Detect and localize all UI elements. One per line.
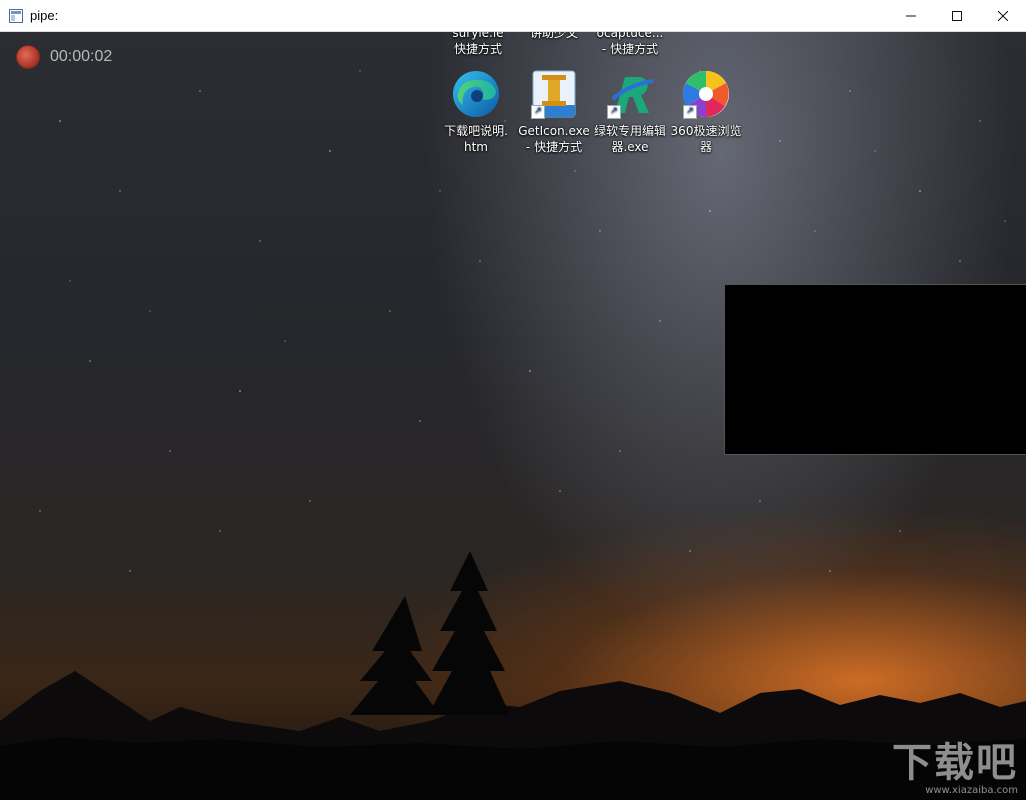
geticon-icon: ↗: [529, 69, 579, 119]
window-controls: [888, 0, 1026, 31]
maximize-button[interactable]: [934, 0, 980, 31]
partial-label: 快捷方式: [453, 42, 502, 56]
window-app-icon: [8, 8, 24, 24]
desktop-icon-editor[interactable]: ↗ 绿软专用编辑 器.exe: [592, 69, 668, 155]
watermark-logo: 下载吧: [892, 740, 1018, 786]
desktop-icon-partial-2[interactable]: 讲助少文: [516, 31, 592, 41]
icon-label-line2: htm: [464, 140, 488, 154]
partial-label: - 快捷方式: [601, 42, 659, 56]
icon-label-line1: 绿软专用编辑: [593, 124, 666, 138]
app-window: pipe: 00:00:02 suryle.le 快捷方式 讲助少文 ocapt…: [0, 0, 1026, 800]
title-bar[interactable]: pipe:: [0, 0, 1026, 32]
site-watermark: 下载吧 www.xiazaiba.com: [892, 741, 1018, 796]
window-title: pipe:: [30, 8, 59, 23]
icon-label-line2: 器: [699, 140, 712, 154]
icon-label-line1: 下载吧说明.: [444, 124, 508, 138]
editor-r-icon: ↗: [605, 69, 655, 119]
close-icon: [998, 10, 1008, 21]
partial-label-top: suryle.le: [452, 31, 504, 40]
desktop-icon-readme[interactable]: 下载吧说明. htm: [438, 69, 514, 155]
partial-label-top: ocaptuce...: [596, 31, 664, 40]
minimize-button[interactable]: [888, 0, 934, 31]
desktop-icon-partial-3[interactable]: ocaptuce... - 快捷方式: [592, 31, 668, 57]
icon-label-line2: 器.exe: [611, 140, 649, 154]
recording-timer: 00:00:02: [50, 48, 113, 65]
watermark-url: www.xiazaiba.com: [925, 785, 1018, 796]
shortcut-arrow-icon: ↗: [607, 105, 621, 119]
icon-label-line2: - 快捷方式: [525, 140, 583, 154]
shortcut-arrow-icon: ↗: [683, 105, 697, 119]
shortcut-arrow-icon: ↗: [531, 105, 545, 119]
desktop-icon-geticon[interactable]: ↗ GetIcon.exe - 快捷方式: [516, 69, 592, 155]
maximize-icon: [952, 10, 962, 21]
desktop-icon-partial-1[interactable]: suryle.le 快捷方式: [440, 31, 516, 57]
partial-label-top: 讲助少文: [529, 31, 578, 40]
black-overlay-region: [724, 284, 1026, 455]
video-viewport: 00:00:02 suryle.le 快捷方式 讲助少文 ocaptuce...…: [0, 31, 1026, 800]
recording-indicator: 00:00:02: [16, 45, 112, 69]
desktop-icon-360-browser[interactable]: ↗ 360极速浏览 器: [668, 69, 744, 155]
icon-label-line1: 360极速浏览: [670, 124, 742, 138]
record-icon: [16, 45, 40, 69]
close-button[interactable]: [980, 0, 1026, 31]
minimize-icon: [906, 15, 916, 16]
browser-360-icon: ↗: [681, 69, 731, 119]
edge-icon: [451, 69, 501, 119]
icon-label-line1: GetIcon.exe: [518, 124, 590, 138]
